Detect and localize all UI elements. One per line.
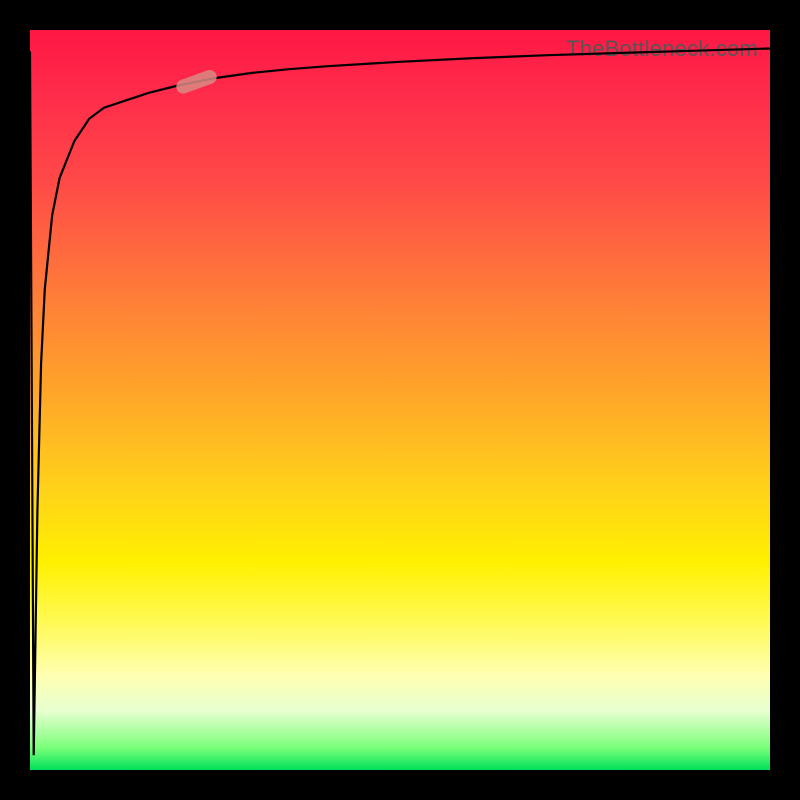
- curve-layer: [30, 30, 770, 770]
- chart-frame: TheBottleneck.com: [0, 0, 800, 800]
- curve-marker: [174, 68, 218, 96]
- bottleneck-curve: [30, 49, 770, 756]
- marker-shape: [174, 68, 218, 96]
- plot-area: TheBottleneck.com: [30, 30, 770, 770]
